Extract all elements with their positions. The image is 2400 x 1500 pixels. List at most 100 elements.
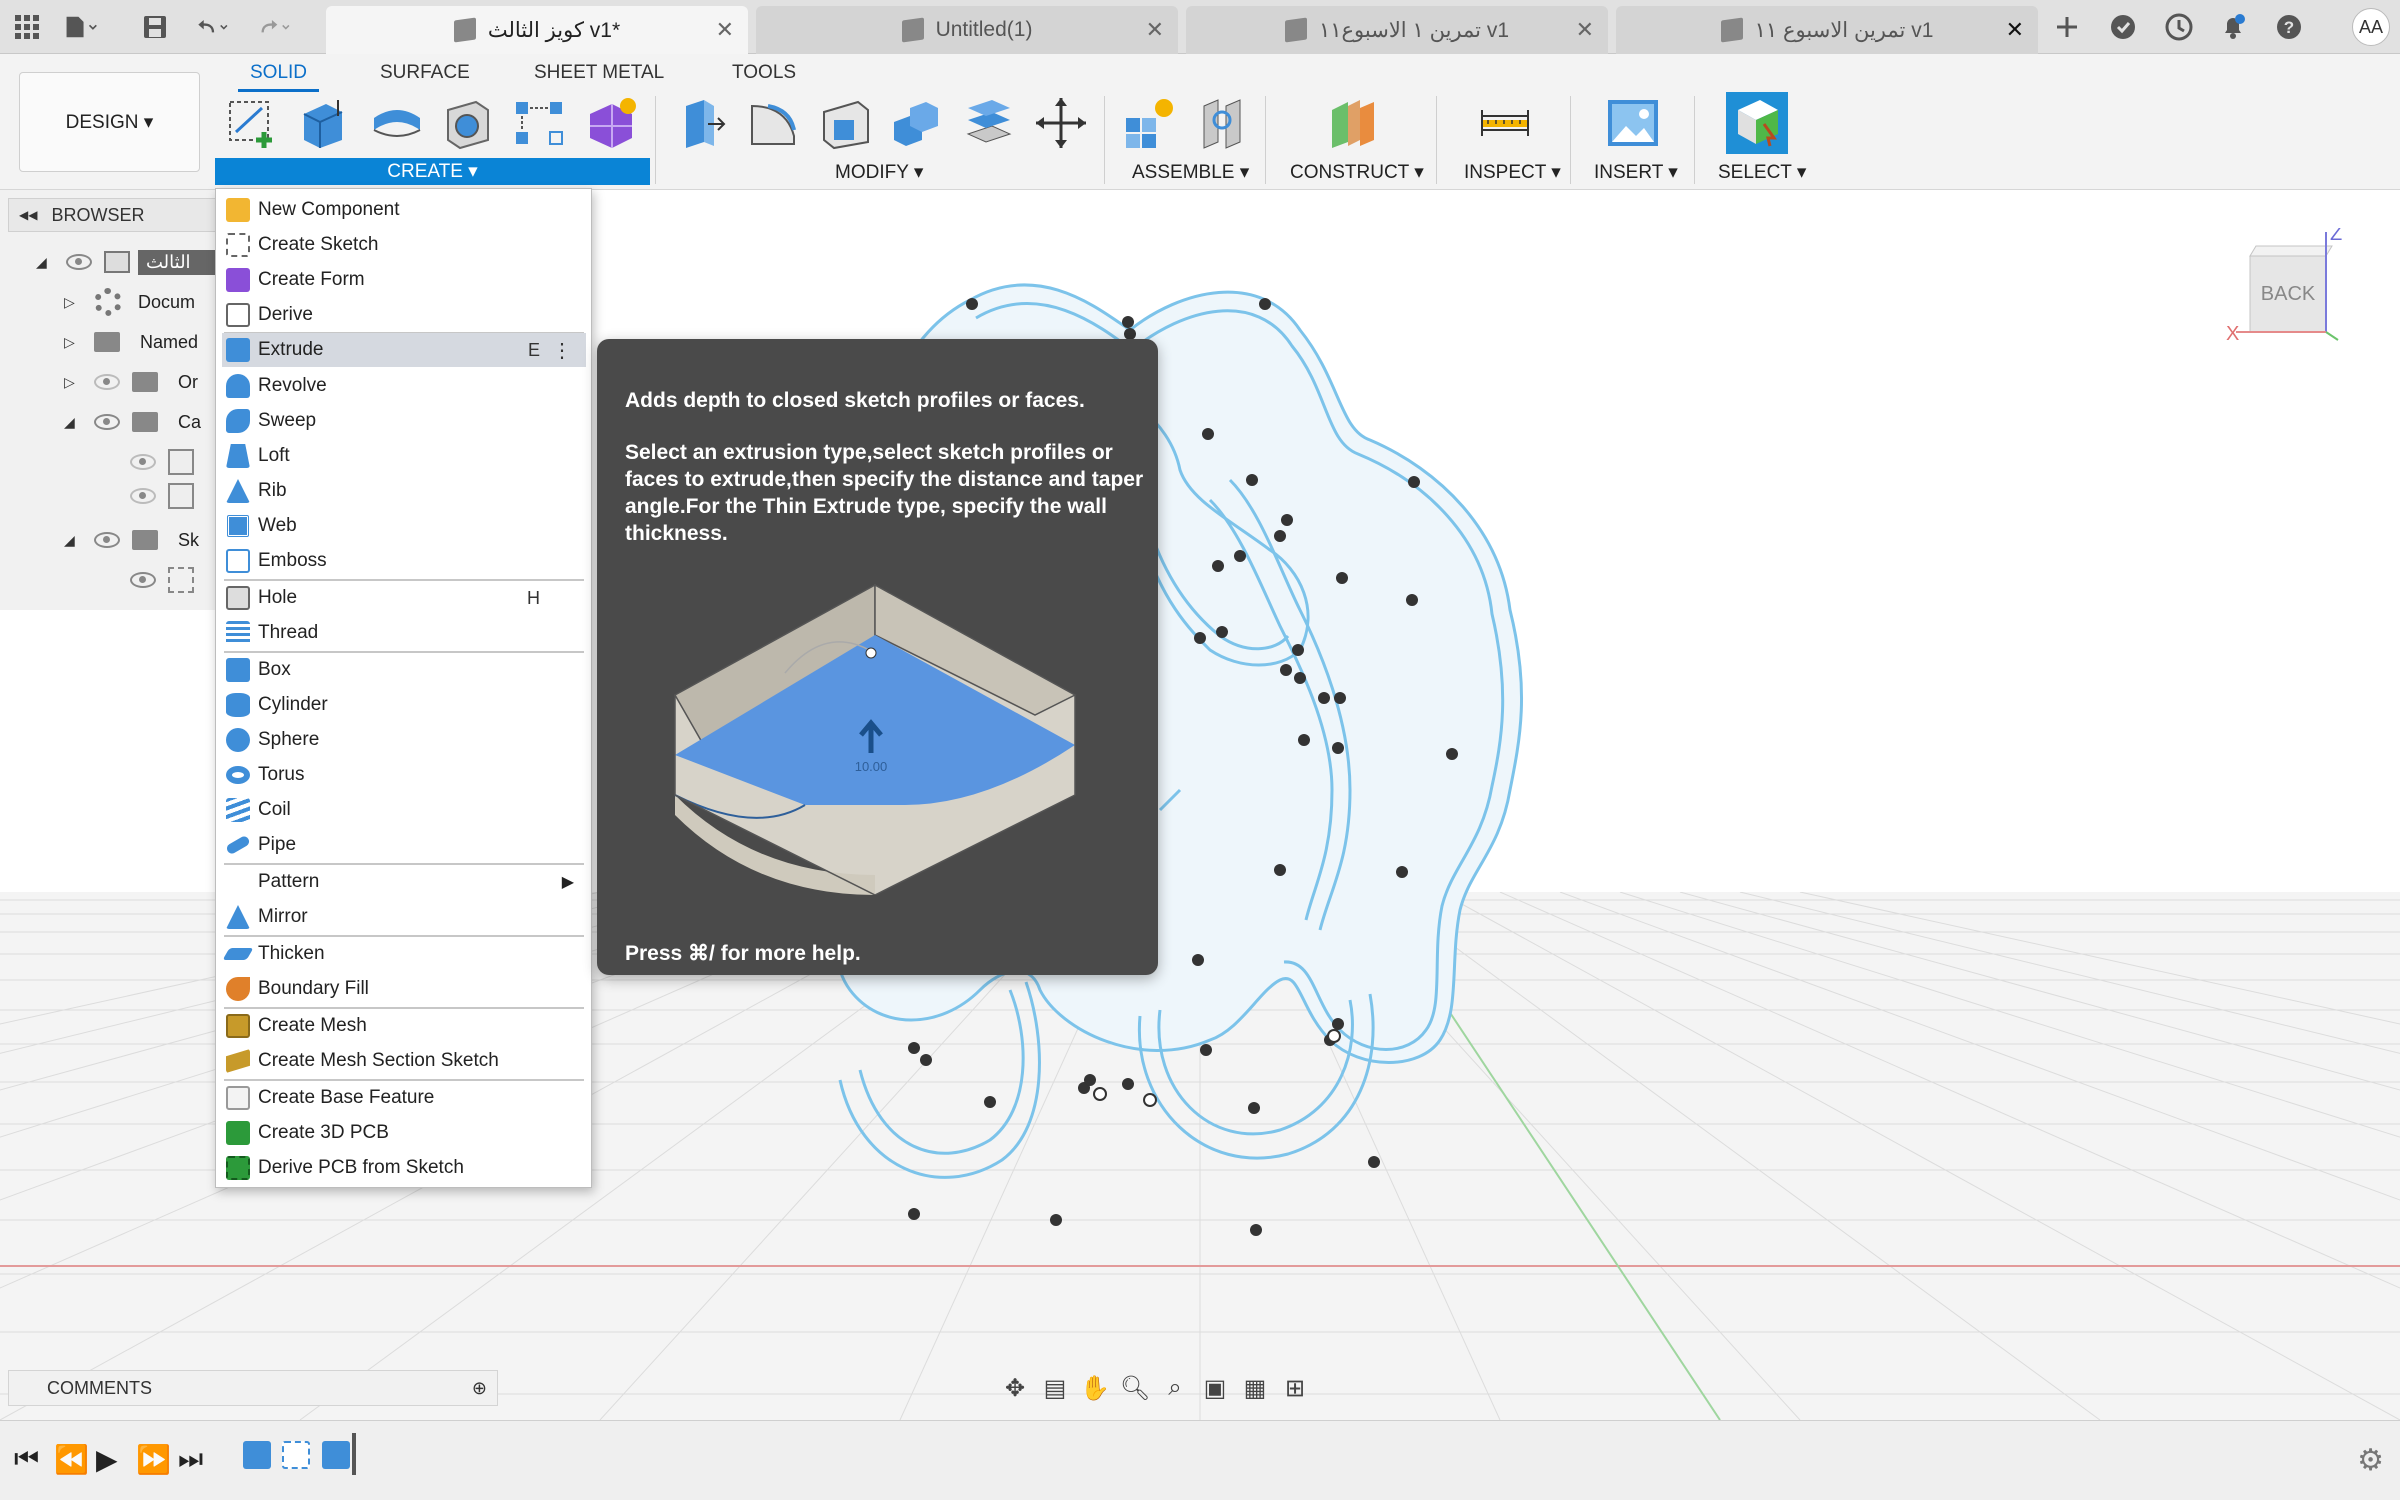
browser-item-sketches[interactable]: ◢ Sk: [64, 524, 199, 556]
tab-tools[interactable]: TOOLS: [732, 62, 796, 84]
collapse-triangle-icon[interactable]: ◢: [64, 414, 78, 431]
visibility-eye-icon[interactable]: [94, 414, 120, 430]
menu-item-create-form[interactable]: Create Form: [222, 263, 586, 297]
step-back-icon[interactable]: ⏪: [54, 1443, 89, 1476]
close-tab-icon[interactable]: ✕: [1146, 17, 1164, 43]
menu-item-revolve[interactable]: Revolve: [222, 369, 586, 403]
visibility-eye-icon[interactable]: [130, 572, 156, 588]
visibility-eye-icon[interactable]: [66, 254, 92, 270]
extrude-icon[interactable]: [296, 96, 350, 150]
timeline-canvas-icon[interactable]: [243, 1441, 271, 1469]
insert-menu-button[interactable]: INSERT ▾: [1594, 161, 1678, 184]
menu-item-create-3d-pcb[interactable]: Create 3D PCB: [222, 1116, 586, 1150]
menu-item-mirror[interactable]: Mirror: [222, 900, 586, 934]
offset-face-icon[interactable]: [962, 96, 1016, 150]
tab-document[interactable]: تمرين الاسبوع ١١ v1 ✕: [1616, 6, 2038, 54]
modify-menu-button[interactable]: MODIFY ▾: [835, 161, 923, 184]
new-component-icon[interactable]: [1122, 96, 1176, 150]
comments-panel[interactable]: COMMENTS ⊕: [8, 1370, 498, 1406]
browser-item-origin[interactable]: ▷ Or: [64, 366, 198, 398]
chamfer-icon[interactable]: [818, 96, 872, 150]
close-tab-icon[interactable]: ✕: [716, 17, 734, 43]
add-comment-icon[interactable]: ⊕: [472, 1378, 487, 1399]
menu-item-torus[interactable]: Torus: [222, 758, 586, 792]
measure-icon[interactable]: [1478, 96, 1532, 150]
menu-item-extrude[interactable]: Extrude E ⋮: [222, 333, 586, 367]
notifications-icon[interactable]: [2216, 10, 2250, 44]
collapse-triangle-icon[interactable]: ◢: [36, 254, 50, 271]
app-grid-icon[interactable]: [10, 10, 44, 44]
select-icon[interactable]: [1726, 92, 1788, 154]
menu-item-pattern[interactable]: Pattern ▶: [222, 865, 586, 899]
tab-document[interactable]: تمرين ١ الاسبوع١١ v1 ✕: [1186, 6, 1608, 54]
create-sketch-icon[interactable]: [226, 96, 280, 150]
workspace-switcher-button[interactable]: DESIGN ▾: [19, 72, 200, 172]
menu-item-cylinder[interactable]: Cylinder: [222, 688, 586, 722]
timeline-settings-gear-icon[interactable]: ⚙: [2357, 1443, 2384, 1478]
more-options-icon[interactable]: ⋮: [552, 338, 572, 363]
save-icon[interactable]: [138, 10, 172, 44]
create-form-icon[interactable]: [584, 96, 638, 150]
menu-item-sphere[interactable]: Sphere: [222, 723, 586, 757]
menu-item-box[interactable]: Box: [222, 653, 586, 687]
job-status-icon[interactable]: [2162, 10, 2196, 44]
tab-solid[interactable]: SOLID: [237, 62, 320, 92]
pattern-icon[interactable]: [512, 96, 566, 150]
menu-item-derive[interactable]: Derive: [222, 298, 586, 332]
visibility-eye-icon[interactable]: [94, 532, 120, 548]
go-to-start-icon[interactable]: ⏮: [14, 1443, 39, 1476]
collapse-triangle-icon[interactable]: ◢: [64, 532, 78, 549]
pan-hand-icon[interactable]: ✋: [1080, 1374, 1110, 1402]
tab-document-active[interactable]: كويز الثالث v1* ✕: [326, 6, 748, 54]
browser-item-canvas-image[interactable]: [130, 480, 194, 512]
offset-plane-icon[interactable]: [1326, 96, 1380, 150]
new-tab-icon[interactable]: [2050, 10, 2084, 44]
menu-item-coil[interactable]: Coil: [222, 793, 586, 827]
hidden-eye-icon[interactable]: [130, 454, 156, 470]
view-cube[interactable]: BACK Z X: [2226, 228, 2346, 348]
tab-sheet-metal[interactable]: SHEET METAL: [534, 62, 664, 84]
menu-item-boundary-fill[interactable]: Boundary Fill: [222, 972, 586, 1006]
assemble-menu-button[interactable]: ASSEMBLE ▾: [1132, 161, 1249, 184]
menu-item-new-component[interactable]: New Component: [222, 193, 586, 227]
revolve-icon[interactable]: [370, 96, 424, 150]
select-menu-button[interactable]: SELECT ▾: [1718, 161, 1806, 184]
menu-item-hole[interactable]: Hole H: [222, 581, 586, 615]
press-pull-icon[interactable]: [674, 96, 728, 150]
collapse-browser-icon[interactable]: ◀◀: [19, 208, 37, 222]
menu-item-derive-pcb-from-sketch[interactable]: Derive PCB from Sketch: [222, 1151, 586, 1185]
hole-icon[interactable]: [440, 96, 494, 150]
menu-item-create-sketch[interactable]: Create Sketch: [222, 228, 586, 262]
step-forward-icon[interactable]: ⏩: [136, 1443, 171, 1476]
help-icon[interactable]: ?: [2272, 10, 2306, 44]
look-at-icon[interactable]: ▤: [1040, 1374, 1070, 1402]
timeline-sketch-icon[interactable]: [282, 1441, 310, 1469]
file-menu-icon[interactable]: [64, 10, 98, 44]
play-icon[interactable]: ▶: [96, 1443, 118, 1476]
redo-icon[interactable]: [258, 10, 292, 44]
viewports-icon[interactable]: ⊞: [1280, 1374, 1310, 1402]
menu-item-create-base-feature[interactable]: Create Base Feature: [222, 1081, 586, 1115]
display-settings-icon[interactable]: ▣: [1200, 1374, 1230, 1402]
zoom-window-icon[interactable]: ⌕: [1160, 1374, 1190, 1402]
browser-item-document-settings[interactable]: ▷ Docum: [64, 286, 195, 318]
undo-icon[interactable]: [196, 10, 230, 44]
expand-triangle-icon[interactable]: ▷: [64, 294, 78, 311]
combine-icon[interactable]: [890, 96, 944, 150]
close-tab-icon[interactable]: ✕: [1576, 17, 1594, 43]
menu-item-create-mesh[interactable]: Create Mesh: [222, 1009, 586, 1043]
inspect-menu-button[interactable]: INSPECT ▾: [1464, 161, 1561, 184]
menu-item-create-mesh-section-sketch[interactable]: Create Mesh Section Sketch: [222, 1044, 586, 1078]
menu-item-web[interactable]: Web: [222, 509, 586, 543]
menu-item-loft[interactable]: Loft: [222, 439, 586, 473]
menu-item-pipe[interactable]: Pipe: [222, 828, 586, 862]
menu-item-emboss[interactable]: Emboss: [222, 544, 586, 578]
menu-item-thread[interactable]: Thread: [222, 616, 586, 650]
tab-document[interactable]: Untitled(1) ✕: [756, 6, 1178, 54]
menu-item-sweep[interactable]: Sweep: [222, 404, 586, 438]
menu-item-rib[interactable]: Rib: [222, 474, 586, 508]
tab-surface[interactable]: SURFACE: [380, 62, 470, 84]
construct-menu-button[interactable]: CONSTRUCT ▾: [1290, 161, 1424, 184]
browser-item-named-views[interactable]: ▷ Named: [64, 326, 198, 358]
joint-icon[interactable]: [1196, 96, 1250, 150]
